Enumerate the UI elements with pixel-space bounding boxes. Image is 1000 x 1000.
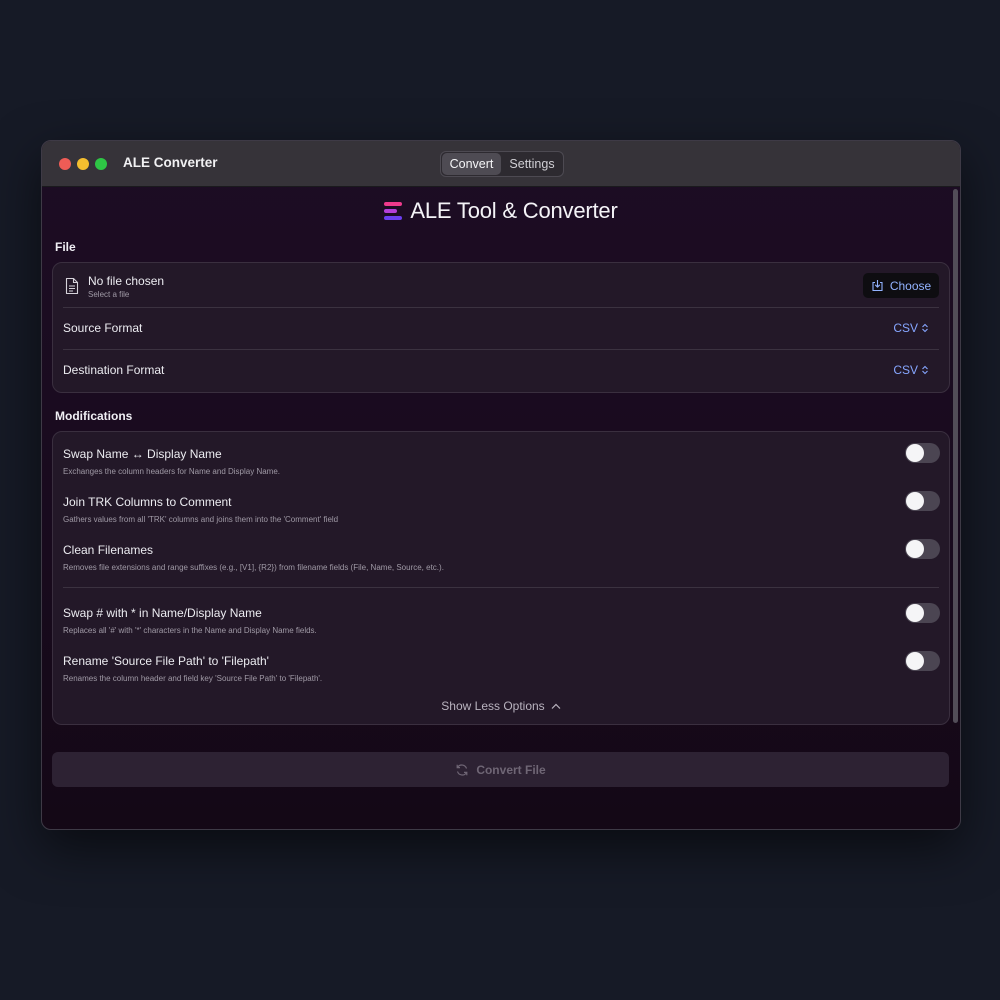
- toggle-switch[interactable]: [905, 539, 940, 559]
- minimize-window-button[interactable]: [77, 158, 89, 170]
- refresh-icon: [456, 763, 468, 776]
- option-row: Rename 'Source File Path' to 'Filepath' …: [53, 640, 949, 688]
- chevron-up-icon: [551, 703, 561, 709]
- source-format-select[interactable]: CSV: [893, 321, 929, 335]
- title-bar: ALE Converter Convert Settings: [42, 141, 960, 187]
- option-title: Swap Name ↔ Display Name: [63, 447, 222, 461]
- vertical-scrollbar[interactable]: [953, 189, 958, 723]
- chevron-updown-icon: [922, 365, 928, 375]
- tab-convert[interactable]: Convert: [442, 153, 501, 175]
- option-description: Replaces all '#' with '*' characters in …: [63, 626, 317, 635]
- option-row: Clean Filenames Removes file extensions …: [53, 528, 949, 576]
- file-hint: Select a file: [88, 290, 130, 299]
- modifications-card: Swap Name ↔ Display Name Exchanges the c…: [52, 431, 950, 725]
- option-description: Exchanges the column headers for Name an…: [63, 467, 280, 476]
- source-format-label: Source Format: [63, 321, 143, 335]
- option-description: Renames the column header and field key …: [63, 674, 323, 683]
- option-title: Join TRK Columns to Comment: [63, 495, 232, 509]
- choose-file-button[interactable]: Choose: [863, 273, 939, 298]
- toggle-switch[interactable]: [905, 443, 940, 463]
- choose-button-label: Choose: [889, 278, 932, 293]
- option-description: Gathers values from all 'TRK' columns an…: [63, 515, 339, 524]
- divider: [63, 587, 939, 588]
- zoom-window-button[interactable]: [95, 158, 107, 170]
- source-format-row: Source Format CSV: [53, 308, 949, 349]
- window-title: ALE Converter: [123, 155, 218, 170]
- close-window-button[interactable]: [59, 158, 71, 170]
- toggle-switch[interactable]: [905, 651, 940, 671]
- file-section-label: File: [55, 240, 76, 254]
- import-icon: [872, 280, 883, 292]
- modifications-section-label: Modifications: [55, 409, 133, 423]
- convert-button-label: Convert File: [476, 762, 546, 777]
- toggle-switch[interactable]: [905, 603, 940, 623]
- app-logo-icon: [384, 202, 403, 220]
- show-less-label: Show Less Options: [441, 699, 545, 713]
- document-icon: [65, 277, 79, 295]
- toggle-switch[interactable]: [905, 491, 940, 511]
- option-row: Join TRK Columns to Comment Gathers valu…: [53, 480, 949, 528]
- tab-settings[interactable]: Settings: [503, 153, 561, 175]
- file-card: No file chosen Select a file Choose Sour…: [52, 262, 950, 393]
- tab-switcher: Convert Settings: [440, 151, 564, 177]
- option-row: Swap # with * in Name/Display Name Repla…: [53, 592, 949, 640]
- destination-format-label: Destination Format: [63, 363, 165, 377]
- option-row: Swap Name ↔ Display Name Exchanges the c…: [53, 432, 949, 480]
- page-title: ALE Tool & Converter: [410, 198, 618, 223]
- destination-format-select[interactable]: CSV: [893, 363, 929, 377]
- option-title: Swap # with * in Name/Display Name: [63, 606, 262, 620]
- page-header: ALE Tool & Converter: [42, 196, 960, 226]
- chevron-updown-icon: [922, 323, 928, 333]
- convert-file-button[interactable]: Convert File: [52, 752, 949, 787]
- file-name: No file chosen: [88, 274, 165, 288]
- option-description: Removes file extensions and range suffix…: [63, 563, 444, 572]
- option-title: Clean Filenames: [63, 543, 154, 557]
- source-format-value: CSV: [893, 321, 918, 335]
- option-title: Rename 'Source File Path' to 'Filepath': [63, 654, 269, 668]
- destination-format-value: CSV: [893, 363, 918, 377]
- file-row: No file chosen Select a file Choose: [53, 263, 949, 307]
- app-window: ALE Converter Convert Settings ALE Tool …: [41, 140, 961, 830]
- show-less-options-button[interactable]: Show Less Options: [53, 698, 949, 714]
- destination-format-row: Destination Format CSV: [53, 350, 949, 391]
